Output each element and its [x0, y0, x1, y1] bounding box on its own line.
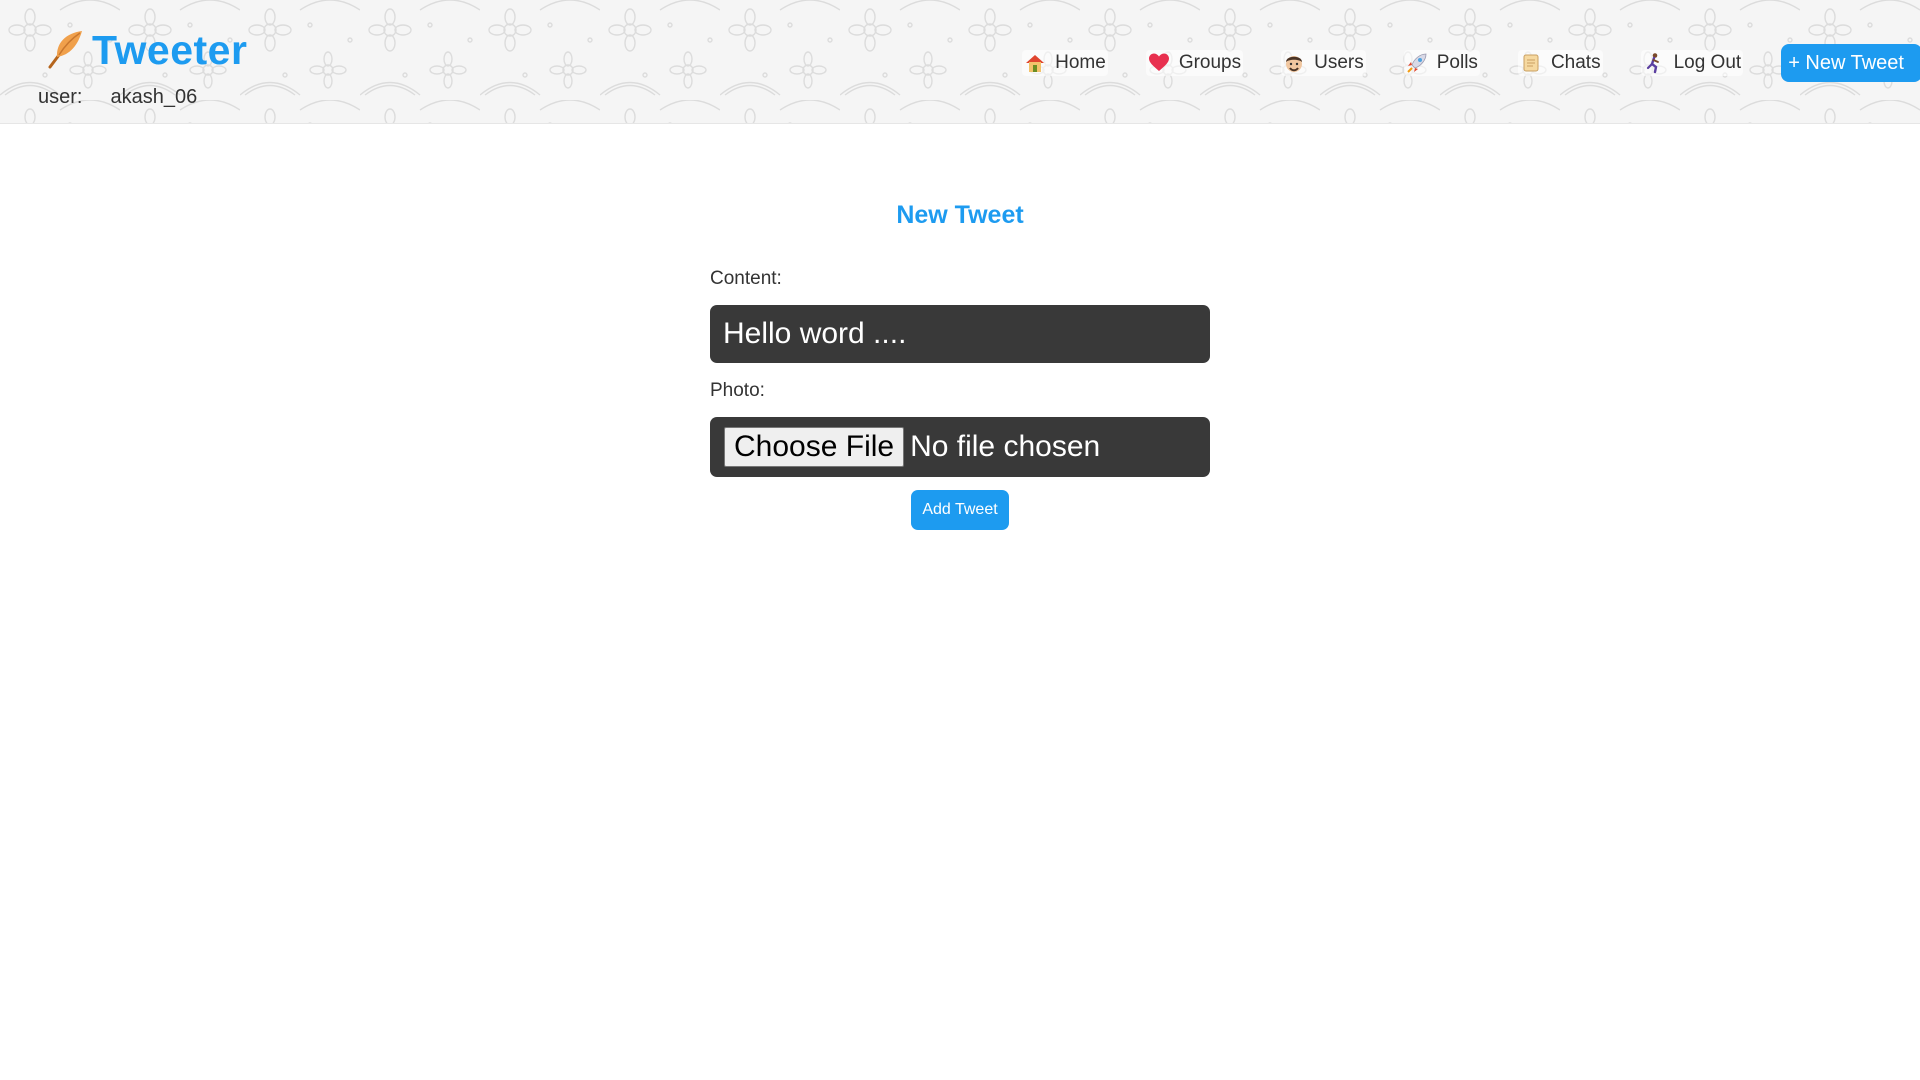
nav-item-chats[interactable]: Chats — [1517, 50, 1603, 76]
app-title: Tweeter — [92, 26, 248, 73]
current-user: user: akash_06 — [38, 86, 197, 109]
nav-item-home[interactable]: Home — [1022, 50, 1108, 76]
nav-item-groups[interactable]: Groups — [1145, 50, 1244, 76]
heart-icon — [1148, 52, 1170, 74]
nav-item-logout[interactable]: Log Out — [1640, 50, 1744, 76]
nav-label: Home — [1055, 52, 1106, 73]
nav-item-polls[interactable]: Polls — [1403, 50, 1480, 76]
choose-file-button[interactable]: Choose File — [724, 427, 905, 467]
new-tweet-button[interactable]: + New Tweet — [1781, 44, 1920, 82]
house-icon — [1024, 52, 1046, 74]
photo-label: Photo: — [710, 380, 765, 401]
nav-item-users[interactable]: Users — [1281, 50, 1366, 76]
add-tweet-button[interactable]: Add Tweet — [911, 490, 1009, 530]
scroll-icon — [1520, 52, 1542, 74]
nav-label: Polls — [1436, 52, 1478, 73]
photo-file-input[interactable]: Choose File No file chosen — [710, 417, 1210, 477]
form-title: New Tweet — [896, 201, 1024, 229]
main-nav: Home Groups Users Polls Chats Log Out + … — [1022, 44, 1920, 82]
face-icon — [1283, 52, 1305, 74]
content-input[interactable]: Hello word .... — [710, 305, 1210, 363]
nav-label: Log Out — [1673, 52, 1742, 73]
nav-label: Chats — [1550, 52, 1601, 73]
feather-icon — [44, 27, 86, 74]
rocket-icon — [1406, 52, 1428, 74]
nav-label: Groups — [1178, 52, 1242, 73]
site-header: Tweeter user: akash_06 Home Groups Users… — [0, 0, 1920, 124]
running-person-icon — [1643, 52, 1665, 74]
user-label: user: — [38, 86, 83, 108]
file-status-text: No file chosen — [910, 430, 1101, 463]
brand[interactable]: Tweeter — [44, 24, 247, 76]
content-label: Content: — [710, 268, 782, 289]
new-tweet-form: New Tweet Content: Hello word .... Photo… — [710, 198, 1210, 530]
nav-label: Users — [1314, 52, 1364, 73]
username: akash_06 — [110, 86, 198, 108]
